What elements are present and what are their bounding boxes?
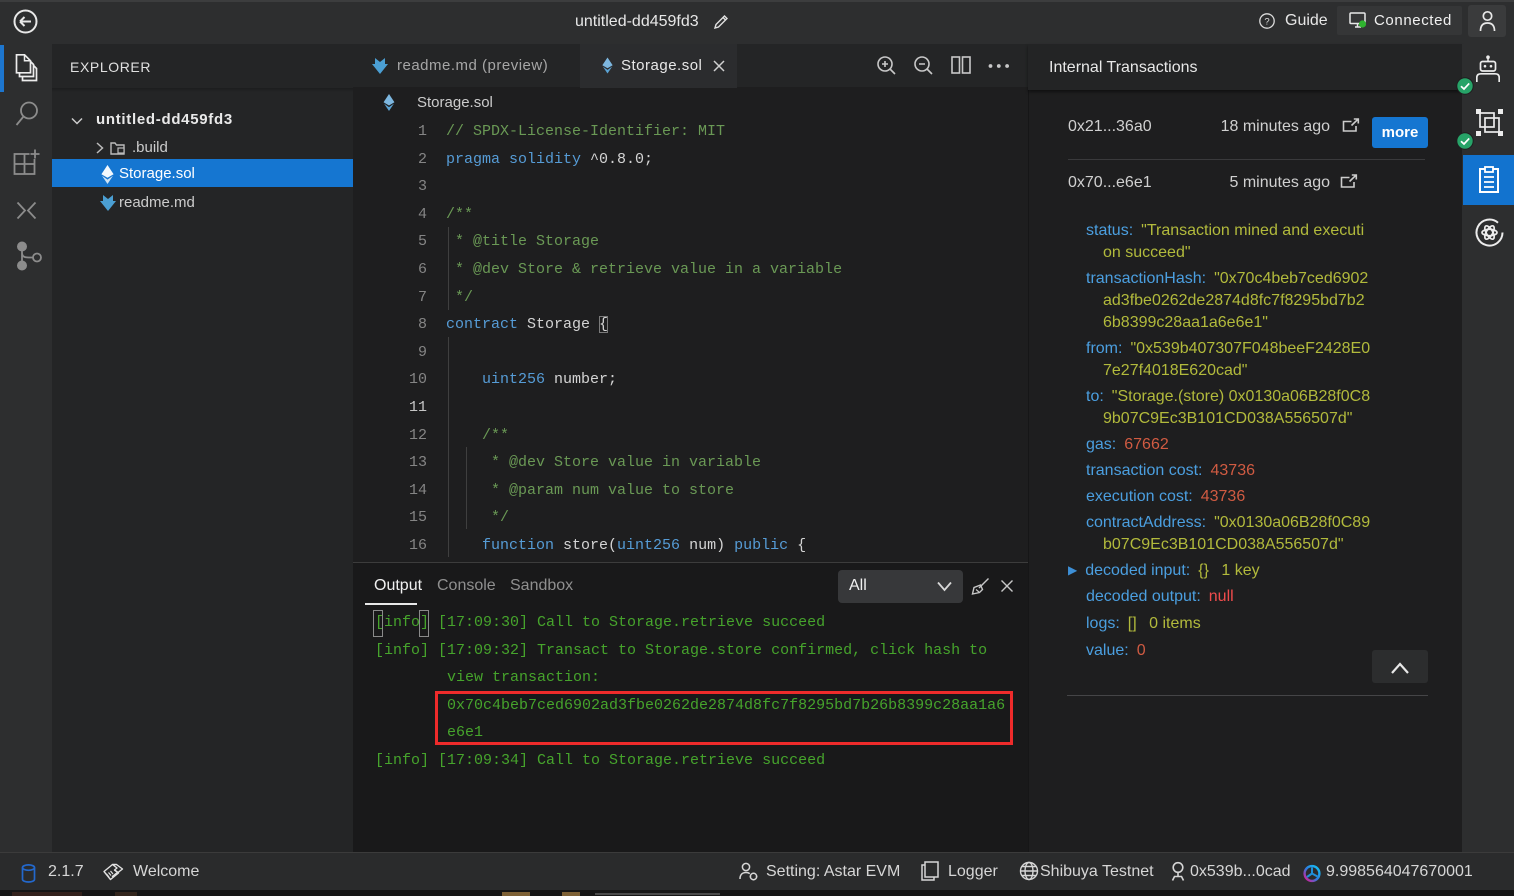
svg-text:?: ?	[1264, 16, 1269, 27]
